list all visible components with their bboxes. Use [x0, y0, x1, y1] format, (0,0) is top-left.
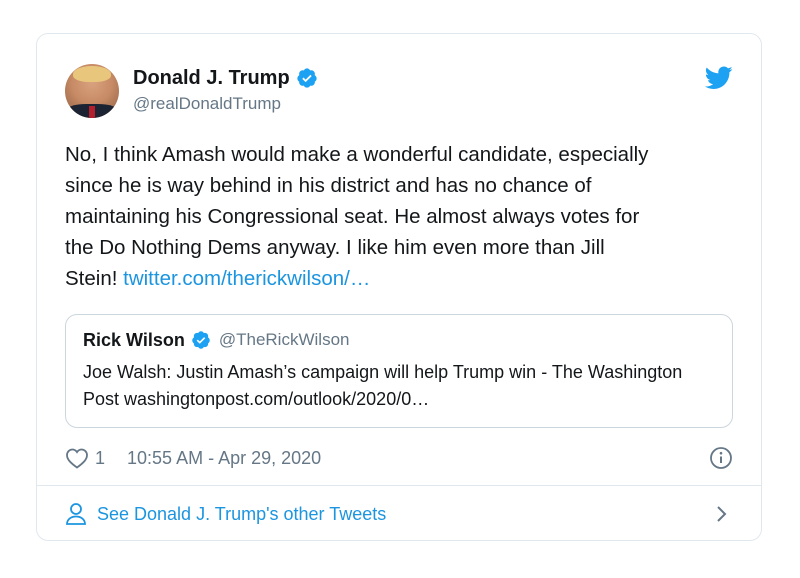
person-icon — [66, 503, 86, 525]
author-display-name[interactable]: Donald J. Trump — [133, 66, 318, 90]
quoted-tweet-text: Joe Walsh: Justin Amash’s campaign will … — [83, 362, 683, 409]
twitter-bird-icon[interactable] — [705, 66, 733, 90]
quoted-tweet-header: Rick Wilson @TheRickWilson — [83, 329, 349, 351]
heart-icon[interactable] — [65, 447, 89, 469]
tweet-timestamp[interactable]: 10:55 AM - Apr 29, 2020 — [127, 448, 321, 469]
author-avatar[interactable] — [65, 64, 119, 118]
like-count[interactable]: 1 — [95, 448, 105, 469]
verified-badge-icon — [297, 68, 317, 88]
quoted-author-name: Rick Wilson — [83, 330, 185, 350]
see-other-tweets-link[interactable]: See Donald J. Trump's other Tweets — [65, 500, 733, 528]
verified-badge-icon — [192, 331, 210, 349]
avatar-hair — [73, 66, 111, 82]
tweet-body: No, I think Amash would make a wonderful… — [65, 139, 745, 294]
footer-divider — [37, 485, 761, 486]
info-icon[interactable] — [709, 446, 733, 470]
author-names: Donald J. Trump @realDonaldTrump — [133, 66, 318, 114]
avatar-tie — [89, 106, 95, 118]
author-handle[interactable]: @realDonaldTrump — [133, 94, 318, 114]
author-display-name-text[interactable]: Donald J. Trump — [133, 66, 290, 90]
tweet-meta: 1 10:55 AM - Apr 29, 2020 — [65, 444, 733, 472]
quoted-tweet[interactable]: Rick Wilson @TheRickWilson Joe Walsh: Ju… — [65, 314, 733, 428]
chevron-right-icon[interactable] — [715, 504, 729, 524]
tweet-embed-card: Donald J. Trump @realDonaldTrump No, I t… — [36, 33, 762, 541]
tweet-link[interactable]: twitter.com/therickwilson/… — [123, 267, 370, 290]
quoted-author-handle: @TheRickWilson — [218, 330, 350, 349]
tweet-header: Donald J. Trump @realDonaldTrump — [65, 62, 733, 120]
see-other-tweets-label[interactable]: See Donald J. Trump's other Tweets — [97, 504, 386, 525]
